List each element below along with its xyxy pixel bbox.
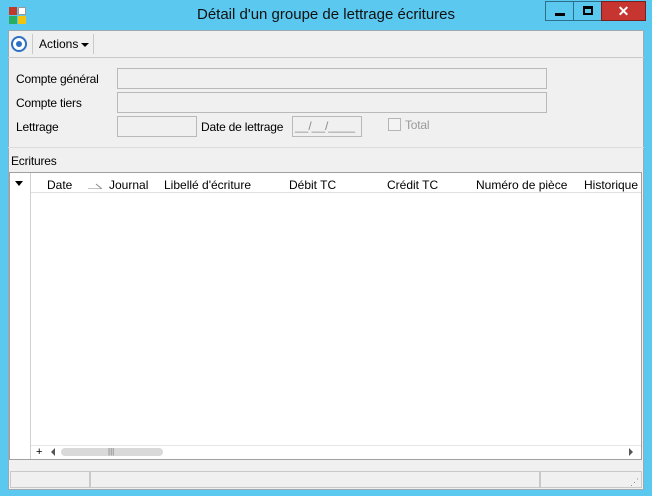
maximize-button[interactable]: [573, 1, 602, 21]
total-label: Total: [405, 118, 430, 132]
column-header-journal[interactable]: Journal: [109, 178, 148, 192]
column-header-numero-piece[interactable]: Numéro de pièce: [476, 178, 567, 192]
status-pane: [90, 471, 540, 488]
grid-row-selector-column: [10, 173, 31, 459]
status-pane: [540, 471, 642, 488]
scroll-right-arrow-icon[interactable]: [629, 448, 633, 456]
column-header-date[interactable]: Date: [47, 178, 72, 192]
resize-grip-icon[interactable]: ⋰: [630, 477, 639, 488]
status-pane: [10, 471, 90, 488]
compte-tiers-label: Compte tiers: [16, 96, 82, 110]
compte-general-label: Compte général: [16, 72, 99, 86]
toolbar-separator: [93, 34, 94, 54]
toolbar: Actions: [8, 31, 644, 58]
scroll-grip-icon: |||: [108, 447, 115, 456]
scroll-left-arrow-icon[interactable]: [51, 448, 55, 456]
date-lettrage-field[interactable]: __/__/____: [292, 116, 362, 137]
actions-menu-button[interactable]: Actions: [39, 37, 90, 51]
column-header-libelle[interactable]: Libellé d'écriture: [164, 178, 251, 192]
maximize-icon: [583, 6, 593, 15]
actions-menu-label: Actions: [39, 37, 79, 51]
add-row-button[interactable]: +: [36, 446, 42, 458]
toolbar-separator: [32, 34, 33, 54]
ecritures-section-label: Ecritures: [11, 154, 57, 168]
column-header-debit[interactable]: Débit TC: [289, 178, 336, 192]
lettrage-field[interactable]: [117, 116, 197, 137]
close-icon: ✕: [617, 3, 630, 19]
ecritures-grid[interactable]: [9, 172, 642, 460]
compte-tiers-field[interactable]: [117, 92, 547, 113]
close-button[interactable]: ✕: [601, 1, 646, 21]
date-lettrage-label: Date de lettrage: [201, 120, 284, 134]
lettrage-label: Lettrage: [16, 120, 59, 134]
minimize-icon: [555, 13, 565, 16]
column-header-historique[interactable]: Historique: [584, 178, 638, 192]
minimize-button[interactable]: [545, 1, 574, 21]
compte-general-field[interactable]: [117, 68, 547, 89]
grid-menu-triangle-icon[interactable]: [15, 181, 23, 186]
column-header-credit[interactable]: Crédit TC: [387, 178, 438, 192]
target-radio-icon[interactable]: [11, 36, 27, 52]
section-divider: [8, 147, 644, 148]
sort-indicator-icon: [88, 183, 102, 189]
total-checkbox[interactable]: [388, 118, 401, 131]
chevron-down-icon: [81, 42, 90, 47]
